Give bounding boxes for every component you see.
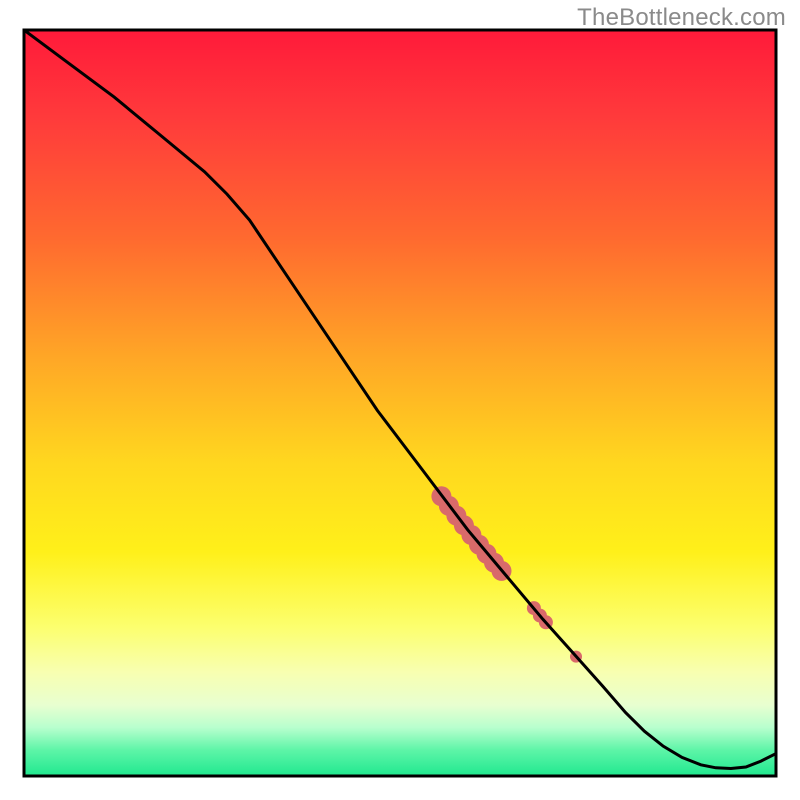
watermark-text: TheBottleneck.com	[577, 4, 786, 32]
gradient-background	[24, 30, 776, 776]
chart-container: TheBottleneck.com	[0, 0, 800, 800]
bottleneck-chart	[0, 0, 800, 800]
